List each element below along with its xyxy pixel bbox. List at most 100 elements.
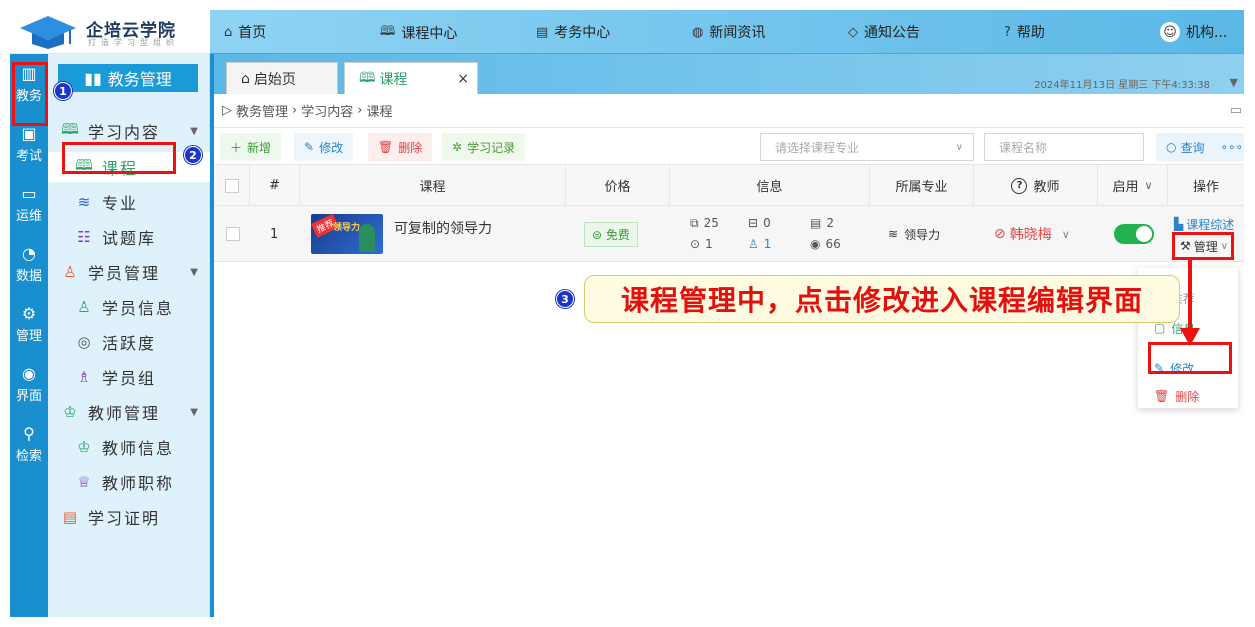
chevron-down-icon: ∨ [955, 141, 963, 153]
menu-item-student-group[interactable]: ♗ 学员组 [48, 362, 210, 392]
menu-item-teacher-info[interactable]: ♔ 教师信息 [48, 432, 210, 462]
activity-icon: ◎ [77, 333, 93, 351]
ops-icon: ▭ [21, 184, 37, 203]
notice-icon: ◇ [848, 24, 858, 40]
col-major: 所属专业 [870, 165, 974, 206]
col-enabled[interactable]: 启用 ∨ [1098, 165, 1168, 206]
close-icon[interactable]: × [457, 71, 469, 87]
module-ops[interactable]: ▭ 运维 [10, 184, 48, 224]
checklist-icon: ☷ [77, 228, 93, 246]
trash-icon: 🗑 [378, 140, 394, 154]
info-students: ♙ 1 [748, 237, 772, 251]
module-search[interactable]: ⚲ 检索 [10, 424, 48, 464]
tab-course[interactable]: 🕮 课程 × [344, 62, 478, 94]
bars-icon: ▮▮ [84, 68, 102, 88]
dropdown-delete[interactable]: 🗑 删除 [1138, 382, 1238, 410]
help-icon: ? [1004, 24, 1011, 40]
dropdown-edit[interactable]: ✎ 修改 [1138, 354, 1238, 382]
chevron-down-icon: ∨ [1144, 179, 1153, 192]
tab-home[interactable]: ⌂ 启始页 [226, 62, 338, 94]
logo-slogan: 打造学习型组织 [88, 38, 179, 47]
edit-button[interactable]: ✎ 修改 [294, 133, 354, 161]
nav-home[interactable]: ⌂ 首页 [224, 22, 266, 42]
user-icon: ♙ [748, 237, 759, 251]
col-teacher: ? 教师 [974, 165, 1098, 206]
exam-icon: ▤ [536, 24, 549, 40]
user-icon: ♙ [77, 298, 93, 316]
datetime: 2024年11月13日 星期三 下午4:33:38 [1034, 80, 1210, 91]
menu-item-student-info[interactable]: ♙ 学员信息 [48, 292, 210, 322]
nav-news[interactable]: ◍ 新闻资讯 [692, 22, 765, 42]
teacher-icon: ♔ [77, 438, 93, 456]
info-views: ◉ 66 [810, 237, 841, 251]
row-major: ≋ 领导力 [888, 227, 941, 242]
nav-exam-center[interactable]: ▤ 考务中心 [536, 22, 610, 42]
table-row[interactable]: 1 推荐 领导力 可复制的领导力 ⊜ 免费 ⧉ 25 ⊟ 0 ▤ 2 ⊙ 1 ♙ 1 ◉ 6… [214, 206, 1244, 262]
teacher-select[interactable]: ⊘ 韩晓梅 ∨ [994, 206, 1070, 262]
top-nav: ⌂ 首页 🕮 课程中心 ▤ 考务中心 ◍ 新闻资讯 ◇ 通知公告 ? 帮助 ☺ 机构... [210, 10, 1244, 54]
col-index: # [250, 165, 300, 206]
pencil-icon: ✎ [1154, 361, 1165, 375]
menu-item-major[interactable]: ≋ 专业 [48, 187, 210, 217]
menu-item-question-bank[interactable]: ☷ 试题库 [48, 222, 210, 252]
step-badge-3: 3 [556, 290, 574, 308]
module-manage[interactable]: ⚙ 管理 [10, 304, 48, 344]
play-icon: ⊙ [690, 237, 701, 251]
row-checkbox[interactable] [226, 206, 240, 262]
major-select[interactable]: 请选择课程专业 ∨ [760, 133, 974, 161]
course-title[interactable]: 可复制的领导力 [394, 206, 492, 246]
module-ui[interactable]: ◉ 界面 [10, 364, 48, 404]
chevron-down-icon: ▼ [190, 406, 200, 418]
nav-help[interactable]: ? 帮助 [1004, 22, 1045, 42]
eye-icon: ◉ [810, 237, 821, 251]
menu-item-teacher-title[interactable]: ♕ 教师职称 [48, 467, 210, 497]
nav-notice[interactable]: ◇ 通知公告 [848, 22, 920, 42]
graduation-cap-icon [20, 16, 76, 49]
col-info: 信息 [670, 165, 870, 206]
data-icon: ◔ [22, 244, 36, 263]
course-name-input[interactable]: 课程名称 [984, 133, 1144, 161]
menu-group-content[interactable]: 🕮 学习内容 ▼ [48, 116, 210, 146]
ui-icon: ◉ [22, 364, 36, 383]
chevron-down-icon: ∨ [1220, 240, 1229, 252]
chevron-down-icon: ∨ [1061, 227, 1070, 241]
presenter-figure [359, 224, 375, 252]
select-all-checkbox[interactable] [214, 165, 250, 206]
enable-toggle[interactable] [1114, 206, 1154, 262]
badge-icon: ♕ [77, 473, 93, 491]
module-data[interactable]: ◔ 数据 [10, 244, 48, 284]
book-icon: 🕮 [75, 155, 95, 174]
toolbar: ＋新增 ✎ 修改 🗑 删除 ✲ 学习记录 请选择课程专业 ∨ 课程名称 ○ 查询 ∘∘∘ [214, 128, 1244, 165]
delete-button[interactable]: 🗑 删除 [368, 133, 433, 161]
module-edu[interactable]: ▥ 教务 [10, 64, 48, 104]
help-icon: ? [1011, 177, 1028, 194]
tab-menu-icon[interactable]: ▼ [1230, 76, 1238, 89]
query-button[interactable]: ○ 查询 ∘∘∘ [1156, 133, 1244, 161]
module-exam[interactable]: ▣ 考试 [10, 124, 48, 164]
info-lessons: ⧉ 25 [690, 216, 719, 230]
book-icon: 🕮 [380, 24, 396, 39]
info-icon: ▢ [1154, 321, 1166, 335]
menu-item-activity[interactable]: ◎ 活跃度 [48, 327, 210, 357]
menu-item-certificate[interactable]: ▤ 学习证明 [48, 502, 210, 532]
nav-account[interactable]: ☺ 机构... [1160, 22, 1227, 42]
certificate-icon: ▤ [62, 508, 80, 526]
more-icon[interactable]: ∘∘∘ [1221, 140, 1244, 154]
manage-icon: ⚙ [21, 304, 37, 323]
instruction-callout: 课程管理中，点击修改进入课程编辑界面 [584, 275, 1180, 323]
wrench-icon: ⚒ [1180, 239, 1191, 253]
add-button[interactable]: ＋新增 [220, 133, 282, 161]
print-icon[interactable]: ▭ [1230, 103, 1242, 118]
free-icon: ⊜ [592, 227, 603, 242]
menu-group-students[interactable]: ♙ 学员管理 ▼ [48, 257, 210, 287]
study-log-button[interactable]: ✲ 学习记录 [442, 133, 526, 161]
breadcrumb: ▷ 教务管理 › 学习内容 › 课程 ▭ [214, 94, 1244, 128]
course-thumbnail[interactable]: 推荐 领导力 [311, 214, 383, 254]
row-index: 1 [270, 226, 279, 242]
menu-group-teachers[interactable]: ♔ 教师管理 ▼ [48, 397, 210, 427]
menu-header[interactable]: ▮▮ 教务管理 [58, 64, 198, 92]
teacher-icon: ♔ [63, 403, 79, 421]
nav-course-center[interactable]: 🕮 课程中心 [380, 22, 457, 44]
logo[interactable]: 企培云学院 打造学习型组织 [10, 10, 210, 54]
news-icon: ◍ [692, 24, 704, 40]
